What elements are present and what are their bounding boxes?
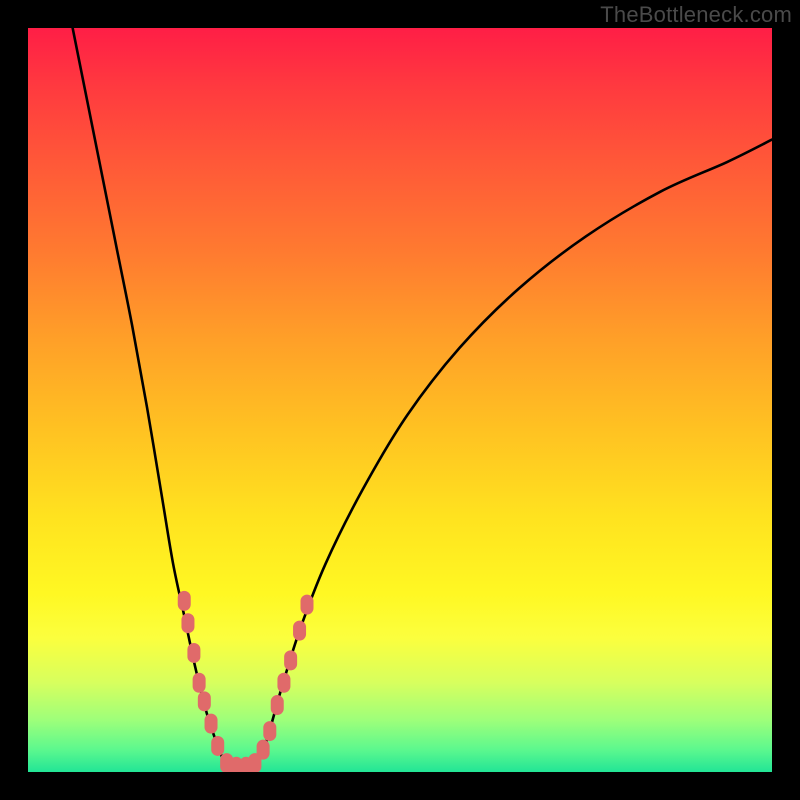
data-marker (263, 721, 276, 741)
watermark-text: TheBottleneck.com (600, 2, 792, 28)
chart-frame: TheBottleneck.com (0, 0, 800, 800)
data-marker (211, 736, 224, 756)
data-marker (301, 595, 314, 615)
plot-area (28, 28, 772, 772)
data-marker (181, 613, 194, 633)
data-marker (277, 673, 290, 693)
data-marker (293, 621, 306, 641)
data-marker (198, 691, 211, 711)
data-marker (178, 591, 191, 611)
data-marker (271, 695, 284, 715)
curve-layer (28, 28, 772, 772)
data-marker (257, 740, 270, 760)
bottleneck-curve (73, 28, 772, 768)
data-marker (284, 650, 297, 670)
data-marker (187, 643, 200, 663)
data-marker (205, 714, 218, 734)
data-marker (193, 673, 206, 693)
